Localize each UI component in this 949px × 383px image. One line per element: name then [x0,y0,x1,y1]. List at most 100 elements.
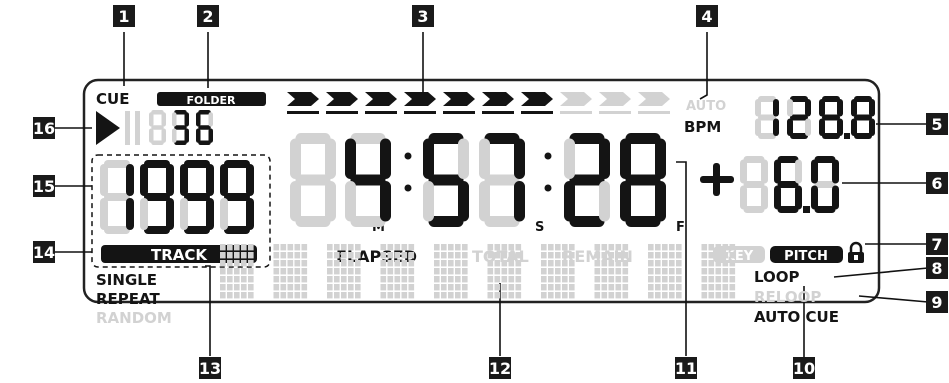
play-mode-single: SINGLE [96,271,157,289]
progress-segment [404,92,436,114]
progress-segment [638,92,670,114]
callout-16: 16 [33,117,55,139]
callout-8: 8 [926,257,948,279]
time-colon-dot [404,184,412,192]
seven-segment-digit [220,160,254,234]
seven-segment-digit [787,96,811,139]
svg-text:13: 13 [199,359,221,378]
reloop-indicator: RELOOP [754,288,821,306]
progress-segment [443,92,475,114]
bpm-readout [755,96,875,139]
seven-segment-digit [620,133,666,227]
progress-segment [599,92,631,114]
seven-segment-digit [290,133,336,227]
svg-text:11: 11 [675,359,697,378]
callout-1: 1 [113,5,135,27]
track-number-readout [100,160,254,234]
svg-text:2: 2 [202,7,213,26]
matrix-cell [273,244,308,299]
seven-segment-digit [811,156,839,213]
seven-segment-readouts [100,96,875,234]
seconds-unit: S [535,220,544,235]
svg-text:4: 4 [701,7,712,26]
play-pause-icon [96,111,120,145]
callout-14: 14 [33,241,55,263]
callout-9: 9 [926,291,948,313]
svg-text:3: 3 [417,7,428,26]
svg-text:1: 1 [118,7,129,26]
cue-indicator: CUE [96,90,129,108]
callout-13: 13 [199,357,221,379]
svg-text:16: 16 [33,119,55,138]
bpm-label: BPM [684,118,721,136]
time-colon-dot [544,152,552,160]
play-mode-repeat: REPEAT [96,290,160,308]
seven-segment-digit [100,160,134,234]
lcd-display-diagram: 1 2 3 45678910111213141516 CUE FOLDER AUTO … [33,5,948,379]
matrix-cell [380,244,415,299]
seven-segment-digit [564,133,610,227]
auto-bpm-indicator: AUTO [686,99,726,114]
play-mode-random: RANDOM [96,309,172,327]
seven-segment-digit [851,96,875,139]
progress-segment [560,92,592,114]
matrix-cell [220,244,254,299]
folder-label: FOLDER [187,94,237,107]
track-label: TRACK [151,246,208,264]
loop-indicator: LOOP [754,268,800,286]
time-colon-dot [544,184,552,192]
progress-bar [287,92,670,114]
seven-segment-digit [755,96,779,139]
seven-segment-digit [180,160,214,234]
pitch-readout [700,156,839,213]
callout-10: 10 [793,357,815,379]
time-colon-dot [404,152,412,160]
svg-text:12: 12 [489,359,511,378]
matrix-cell [541,244,575,299]
progress-segment [326,92,358,114]
pitch-label: PITCH [784,249,828,264]
progress-segment [287,92,319,114]
progress-segment [521,92,553,114]
time-readout [290,133,666,227]
svg-text:8: 8 [931,259,942,278]
folder-number-readout [149,110,213,145]
seven-segment-digit [423,133,469,227]
callout-15: 15 [33,175,55,197]
callout-7: 7 [926,233,948,255]
auto-cue-indicator: AUTO CUE [754,308,839,326]
progress-segment [482,92,514,114]
seven-segment-digit [196,110,213,145]
callout-3: 3 [412,5,434,27]
seven-segment-digit [774,156,802,213]
svg-text:9: 9 [931,293,942,312]
seven-segment-digit [819,96,843,139]
callout-12: 12 [489,357,511,379]
callout-2: 2 [197,5,219,27]
frames-unit: F [676,220,685,235]
callout-11: 11 [675,357,697,379]
seven-segment-digit [172,110,189,145]
matrix-cell [434,244,468,299]
seven-segment-digit [149,110,166,145]
lock-icon [848,241,864,263]
seven-segment-digit [345,133,391,227]
svg-text:10: 10 [793,359,815,378]
callout-4: 4 [696,5,718,27]
seven-segment-digit [140,160,174,234]
seven-segment-digit [740,156,768,213]
svg-text:6: 6 [931,174,942,193]
matrix-cell [648,244,682,299]
pause-bar-2 [135,111,140,145]
seven-segment-digit [479,133,525,227]
progress-segment [365,92,397,114]
matrix-cell [487,244,522,299]
callout-6: 6 [926,172,948,194]
svg-text:15: 15 [33,177,55,196]
matrix-cell [327,244,361,299]
pause-bar-1 [125,111,130,145]
key-label: KEY [725,249,754,264]
svg-text:5: 5 [931,115,942,134]
svg-text:14: 14 [33,243,55,262]
svg-text:7: 7 [931,235,942,254]
